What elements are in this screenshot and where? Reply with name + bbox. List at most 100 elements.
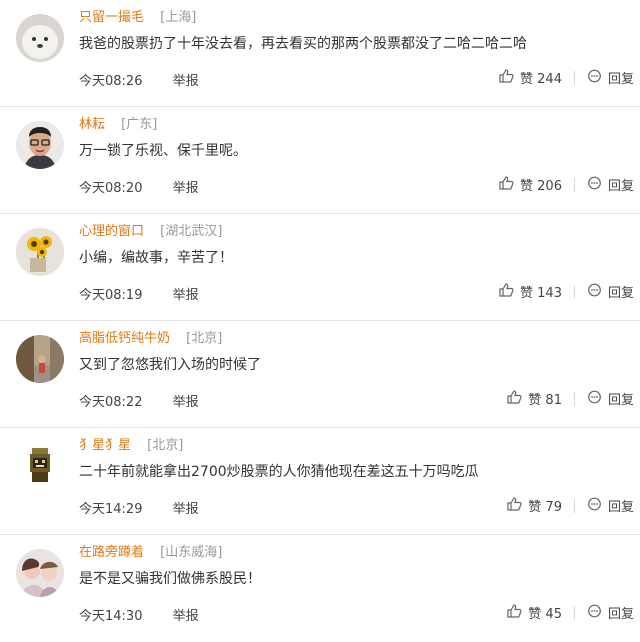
report-link[interactable]: 举报 [173,609,199,624]
comment-header: 高脂低钙纯牛奶 [北京] [79,327,222,346]
comment-actions: 赞 206 回复 [499,175,634,194]
reply-button[interactable]: 回复 [587,496,634,515]
sunflower-avatar[interactable] [16,228,64,276]
username-link[interactable]: 只留一撮毛 [79,10,144,25]
thumbs-up-icon [499,175,514,194]
comment-bubble-icon [587,390,602,408]
thumbs-up-icon [507,496,522,515]
comment-text: 我爸的股票扔了十年没去看，再去看买的那两个股票都没了二哈二哈二哈 [79,36,527,52]
comment-time: 今天14:29 [79,502,143,517]
username-link[interactable]: 林耘 [79,117,105,132]
user-location: [上海] [160,10,197,25]
like-button[interactable]: 赞 143 [499,282,562,301]
comment-bubble-icon [587,69,602,87]
comment-item: 心理的窗口 [湖北武汉] 小编，编故事，辛苦了！ 今天08:19 举报 赞 14… [0,214,640,321]
reply-button[interactable]: 回复 [587,68,634,87]
comment-meta: 今天08:22 举报 [79,391,199,410]
like-button[interactable]: 赞 45 [507,603,562,622]
like-button[interactable]: 赞 79 [507,496,562,515]
username-link[interactable]: 在路旁蹲着 [79,545,144,560]
comment-item: 犭星犭星 [北京] 二十年前就能拿出2700炒股票的人你猜他现在差这五十万吗吃瓜… [0,428,640,535]
comment-header: 心理的窗口 [湖北武汉] [79,220,222,239]
comment-bubble-icon [587,497,602,515]
comment-header: 只留一撮毛 [上海] [79,6,196,25]
comment-time: 今天08:26 [79,74,143,89]
report-link[interactable]: 举报 [173,288,199,303]
comment-item: 在路旁蹲着 [山东威海] 是不是又骗我们做佛系股民！ 今天14:30 举报 赞 … [0,535,640,642]
reply-label: 回复 [607,286,634,301]
comment-bubble-icon [587,176,602,194]
comment-time: 今天08:20 [79,181,143,196]
man-with-glasses-avatar[interactable] [16,121,64,169]
reply-button[interactable]: 回复 [587,282,634,301]
user-location: [山东威海] [160,545,223,560]
user-location: [北京] [147,438,184,453]
like-count: 赞 244 [520,72,562,87]
username-link[interactable]: 犭星犭星 [79,438,131,453]
comment-time: 今天14:30 [79,609,143,624]
action-divider [573,284,575,299]
comment-bubble-icon [587,283,602,301]
like-count: 赞 143 [520,286,562,301]
comment-actions: 赞 81 回复 [507,389,634,408]
thumbs-up-icon [507,603,522,622]
like-count: 赞 206 [520,179,562,194]
action-divider [573,605,575,620]
comment-list: 只留一撮毛 [上海] 我爸的股票扔了十年没去看，再去看买的那两个股票都没了二哈二… [0,0,640,642]
comment-bubble-icon [587,604,602,622]
reply-label: 回复 [607,500,634,515]
comment-header: 在路旁蹲着 [山东威海] [79,541,222,560]
comment-actions: 赞 45 回复 [507,603,634,622]
action-divider [573,70,575,85]
username-link[interactable]: 高脂低钙纯牛奶 [79,331,170,346]
comment-actions: 赞 244 回复 [499,68,634,87]
like-count: 赞 81 [528,393,562,408]
report-link[interactable]: 举报 [173,395,199,410]
report-link[interactable]: 举报 [173,181,199,196]
reply-label: 回复 [607,607,634,622]
user-location: [北京] [186,331,223,346]
pixel-figure-avatar[interactable] [16,442,64,490]
action-divider [573,498,575,513]
comment-text: 是不是又骗我们做佛系股民！ [79,571,261,587]
thumbs-up-icon [507,389,522,408]
comment-text: 又到了忽悠我们入场的时候了 [79,357,261,373]
report-link[interactable]: 举报 [173,502,199,517]
username-link[interactable]: 心理的窗口 [79,224,144,239]
comment-text: 万一锁了乐视、保千里呢。 [79,143,247,159]
comment-item: 林耘 [广东] 万一锁了乐视、保千里呢。 今天08:20 举报 赞 206 回复 [0,107,640,214]
comment-meta: 今天08:19 举报 [79,284,199,303]
couple-photo-avatar[interactable] [16,549,64,597]
comment-item: 只留一撮毛 [上海] 我爸的股票扔了十年没去看，再去看买的那两个股票都没了二哈二… [0,0,640,107]
comment-meta: 今天14:29 举报 [79,498,199,517]
comment-item: 高脂低钙纯牛奶 [北京] 又到了忽悠我们入场的时候了 今天08:22 举报 赞 … [0,321,640,428]
thumbs-up-icon [499,282,514,301]
reply-button[interactable]: 回复 [587,175,634,194]
comment-time: 今天08:19 [79,288,143,303]
reply-label: 回复 [607,179,634,194]
comment-text: 二十年前就能拿出2700炒股票的人你猜他现在差这五十万吗吃瓜 [79,464,479,480]
like-count: 赞 79 [528,500,562,515]
comment-meta: 今天08:26 举报 [79,70,199,89]
street-photo-avatar[interactable] [16,335,64,383]
comment-meta: 今天14:30 举报 [79,605,199,624]
comment-header: 林耘 [广东] [79,113,157,132]
comment-time: 今天08:22 [79,395,143,410]
comment-header: 犭星犭星 [北京] [79,434,183,453]
report-link[interactable]: 举报 [173,74,199,89]
like-button[interactable]: 赞 81 [507,389,562,408]
reply-button[interactable]: 回复 [587,389,634,408]
reply-button[interactable]: 回复 [587,603,634,622]
comment-meta: 今天08:20 举报 [79,177,199,196]
user-location: [广东] [121,117,158,132]
user-location: [湖北武汉] [160,224,223,239]
like-button[interactable]: 赞 206 [499,175,562,194]
comment-text: 小编，编故事，辛苦了！ [79,250,233,266]
like-button[interactable]: 赞 244 [499,68,562,87]
white-dog-avatar[interactable] [16,14,64,62]
action-divider [573,177,575,192]
action-divider [573,391,575,406]
reply-label: 回复 [607,72,634,87]
thumbs-up-icon [499,68,514,87]
reply-label: 回复 [607,393,634,408]
